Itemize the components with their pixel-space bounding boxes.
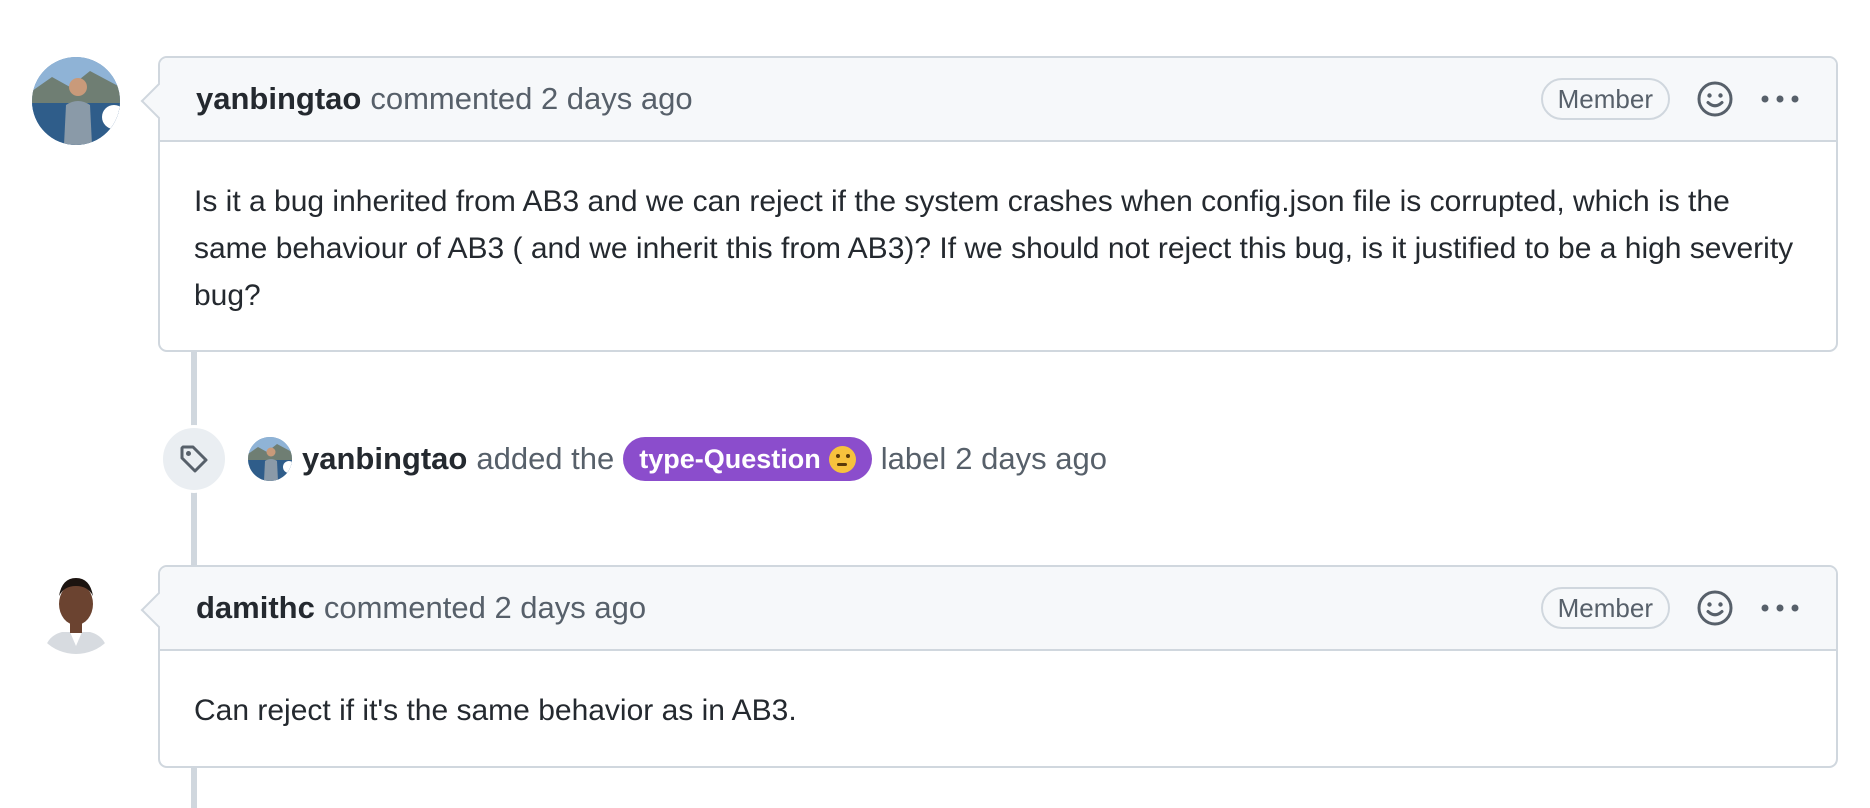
comment-meta: commented 2 days ago: [324, 590, 646, 626]
author-role-badge: Member: [1540, 587, 1670, 629]
kebab-horizontal-icon[interactable]: [1760, 93, 1800, 105]
comment-actions: Member: [1540, 78, 1800, 120]
event-action: added the: [476, 441, 615, 476]
comment-author[interactable]: yanbingtao: [196, 81, 361, 117]
comment-header: damithc commented 2 days ago Member: [160, 567, 1836, 651]
label-type-question[interactable]: type-Question: [623, 437, 872, 481]
comment-timestamp[interactable]: 2 days ago: [541, 81, 693, 116]
smiley-icon[interactable]: [1696, 589, 1734, 627]
comment-timestamp[interactable]: 2 days ago: [494, 590, 646, 625]
tag-icon: [160, 425, 228, 493]
comment-actions: Member: [1540, 587, 1800, 629]
author-role-badge: Member: [1540, 78, 1670, 120]
comment-author[interactable]: damithc: [196, 590, 315, 626]
comment-action: commented: [323, 590, 486, 625]
smiley-icon[interactable]: [1696, 80, 1734, 118]
comment-action: commented: [370, 81, 533, 116]
comment-card: damithc commented 2 days ago Member Can …: [140, 565, 1838, 768]
timeline-event-labeled: yanbingtao added the type-Question label…: [160, 425, 1116, 493]
timeline-line: [191, 766, 197, 808]
avatar-damithc[interactable]: [32, 566, 120, 654]
event-actor[interactable]: yanbingtao: [302, 441, 467, 477]
comment-meta: commented 2 days ago: [370, 81, 692, 117]
avatar-yanbingtao[interactable]: [32, 57, 120, 145]
comment-body: Can reject if it's the same behavior as …: [194, 694, 797, 727]
event-suffix: label: [880, 441, 947, 476]
avatar-yanbingtao-small[interactable]: [248, 437, 292, 481]
event-timestamp[interactable]: 2 days ago: [955, 441, 1107, 477]
comment-body: Is it a bug inherited from AB3 and we ca…: [194, 185, 1794, 312]
thinking-face-icon: [828, 445, 856, 473]
kebab-horizontal-icon[interactable]: [1760, 602, 1800, 614]
label-text: type-Question: [639, 444, 821, 474]
comment-header: yanbingtao commented 2 days ago Member: [160, 58, 1836, 142]
comment-card: yanbingtao commented 2 days ago Member I…: [140, 56, 1838, 352]
